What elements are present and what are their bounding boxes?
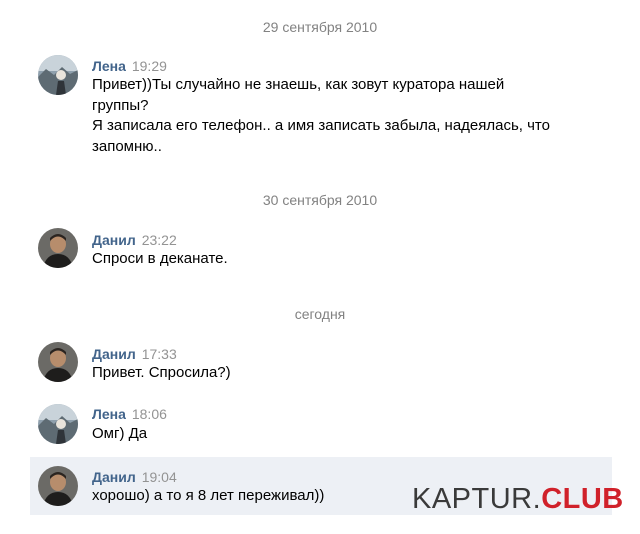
- message-time[interactable]: 17:33: [142, 346, 177, 362]
- message-item[interactable]: Данил 17:33 Привет. Спросила?): [30, 338, 612, 388]
- message-line: Спроси в деканате.: [92, 250, 228, 267]
- author-name[interactable]: Данил: [92, 469, 136, 485]
- message-time[interactable]: 19:04: [142, 469, 177, 485]
- author-name[interactable]: Лена: [92, 406, 126, 422]
- avatar-danil-image: [38, 228, 78, 268]
- watermark-main-text: KAPTUR.: [412, 483, 542, 515]
- message-time[interactable]: 19:29: [132, 58, 167, 74]
- message-line: Я записала его телефон.. а имя записать …: [92, 117, 550, 134]
- message-line: Омг) Да: [92, 425, 148, 442]
- message-header: Лена 19:29: [92, 58, 167, 74]
- date-separator: 30 сентября 2010: [262, 192, 378, 208]
- avatar-lena-image: [38, 404, 78, 444]
- watermark-logo: KAPTUR.CLUB: [412, 483, 624, 516]
- avatar[interactable]: [38, 342, 78, 382]
- date-separator: 29 сентября 2010: [262, 19, 378, 35]
- message-item[interactable]: Лена 19:29 Привет))Ты случайно не знаешь,…: [30, 52, 612, 162]
- message-text: Привет))Ты случайно не знаешь, как зовут…: [92, 75, 592, 157]
- message-time[interactable]: 18:06: [132, 406, 167, 422]
- avatar-lena-image: [38, 55, 78, 95]
- message-text: Омг) Да: [92, 424, 592, 445]
- message-line: запомню..: [92, 137, 162, 155]
- message-line: группы?: [92, 96, 149, 114]
- message-line: Привет. Спросила?): [92, 364, 231, 381]
- author-name[interactable]: Данил: [92, 232, 136, 248]
- avatar[interactable]: [38, 404, 78, 444]
- message-text: Привет. Спросила?): [92, 363, 592, 384]
- message-time[interactable]: 23:22: [142, 232, 177, 248]
- message-line: Привет))Ты случайно не знаешь, как зовут…: [92, 76, 505, 93]
- avatar[interactable]: [38, 55, 78, 95]
- avatar-danil-image: [38, 466, 78, 506]
- message-header: Данил 17:33: [92, 346, 177, 362]
- avatar-danil-image: [38, 342, 78, 382]
- message-header: Данил 23:22: [92, 232, 177, 248]
- watermark-accent-text: CLUB: [541, 483, 624, 515]
- message-header: Лена 18:06: [92, 406, 167, 422]
- author-name[interactable]: Данил: [92, 346, 136, 362]
- date-separator: сегодня: [294, 306, 346, 322]
- message-item[interactable]: Лена 18:06 Омг) Да: [30, 400, 612, 450]
- avatar[interactable]: [38, 228, 78, 268]
- author-name[interactable]: Лена: [92, 58, 126, 74]
- message-header: Данил 19:04: [92, 469, 177, 485]
- message-item[interactable]: Данил 23:22 Спроси в деканате.: [30, 224, 612, 274]
- avatar[interactable]: [38, 466, 78, 506]
- chat-history: 29 сентября 2010 Лена 19:29 Привет))Ты сл…: [0, 0, 640, 534]
- message-text: Спроси в деканате.: [92, 249, 592, 270]
